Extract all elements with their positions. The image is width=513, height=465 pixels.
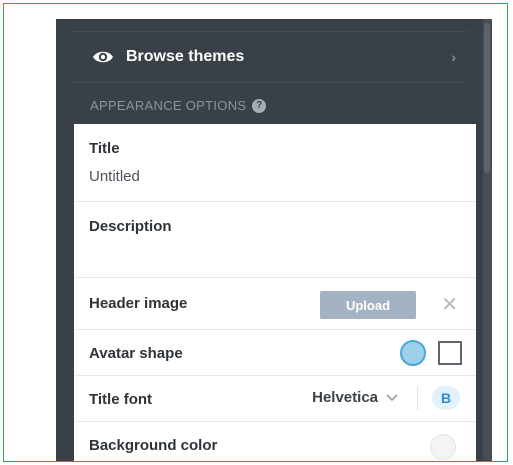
avatar-shape-label: Avatar shape (89, 345, 183, 362)
scrollbar[interactable] (483, 19, 492, 461)
chevron-right-icon: › (451, 49, 456, 65)
title-option-row[interactable]: Title Untitled (74, 124, 476, 202)
chevron-down-icon (386, 393, 398, 401)
font-select[interactable]: Helvetica (312, 389, 398, 406)
section-label-text: APPEARANCE OPTIONS (90, 98, 247, 113)
browse-themes-label: Browse themes (126, 48, 245, 65)
upload-button[interactable]: Upload (320, 291, 416, 319)
divider (417, 386, 418, 410)
appearance-options-card: Title Untitled Description Header image … (74, 124, 476, 461)
eye-icon (93, 51, 113, 63)
header-image-option-row: Header image Upload ✕ (74, 278, 476, 330)
browse-themes-button[interactable]: Browse themes › (72, 31, 468, 83)
theme-sidebar: Browse themes › APPEARANCE OPTIONS ? Tit… (56, 19, 492, 461)
appearance-options-heading: APPEARANCE OPTIONS ? (90, 98, 267, 113)
background-color-label: Background color (89, 437, 218, 454)
scrollbar-thumb[interactable] (484, 23, 490, 173)
avatar-shape-square-option[interactable] (438, 341, 462, 365)
bold-toggle[interactable]: B (432, 386, 460, 410)
description-label: Description (89, 218, 172, 235)
close-icon[interactable]: ✕ (441, 292, 458, 317)
font-select-value: Helvetica (312, 389, 378, 406)
window-frame: Browse themes › APPEARANCE OPTIONS ? Tit… (3, 3, 508, 462)
avatar-shape-circle-option[interactable] (400, 340, 426, 366)
background-color-swatch[interactable] (430, 434, 456, 460)
help-icon[interactable]: ? (252, 98, 267, 113)
title-label: Title (89, 140, 120, 157)
avatar-shape-option-row: Avatar shape (74, 330, 476, 376)
title-value[interactable]: Untitled (89, 168, 140, 185)
title-font-label: Title font (89, 391, 153, 408)
header-image-label: Header image (89, 295, 188, 312)
background-color-option-row: Background color (74, 422, 476, 461)
description-option-row[interactable]: Description (74, 202, 476, 278)
title-font-option-row: Title font Helvetica B (74, 376, 476, 422)
